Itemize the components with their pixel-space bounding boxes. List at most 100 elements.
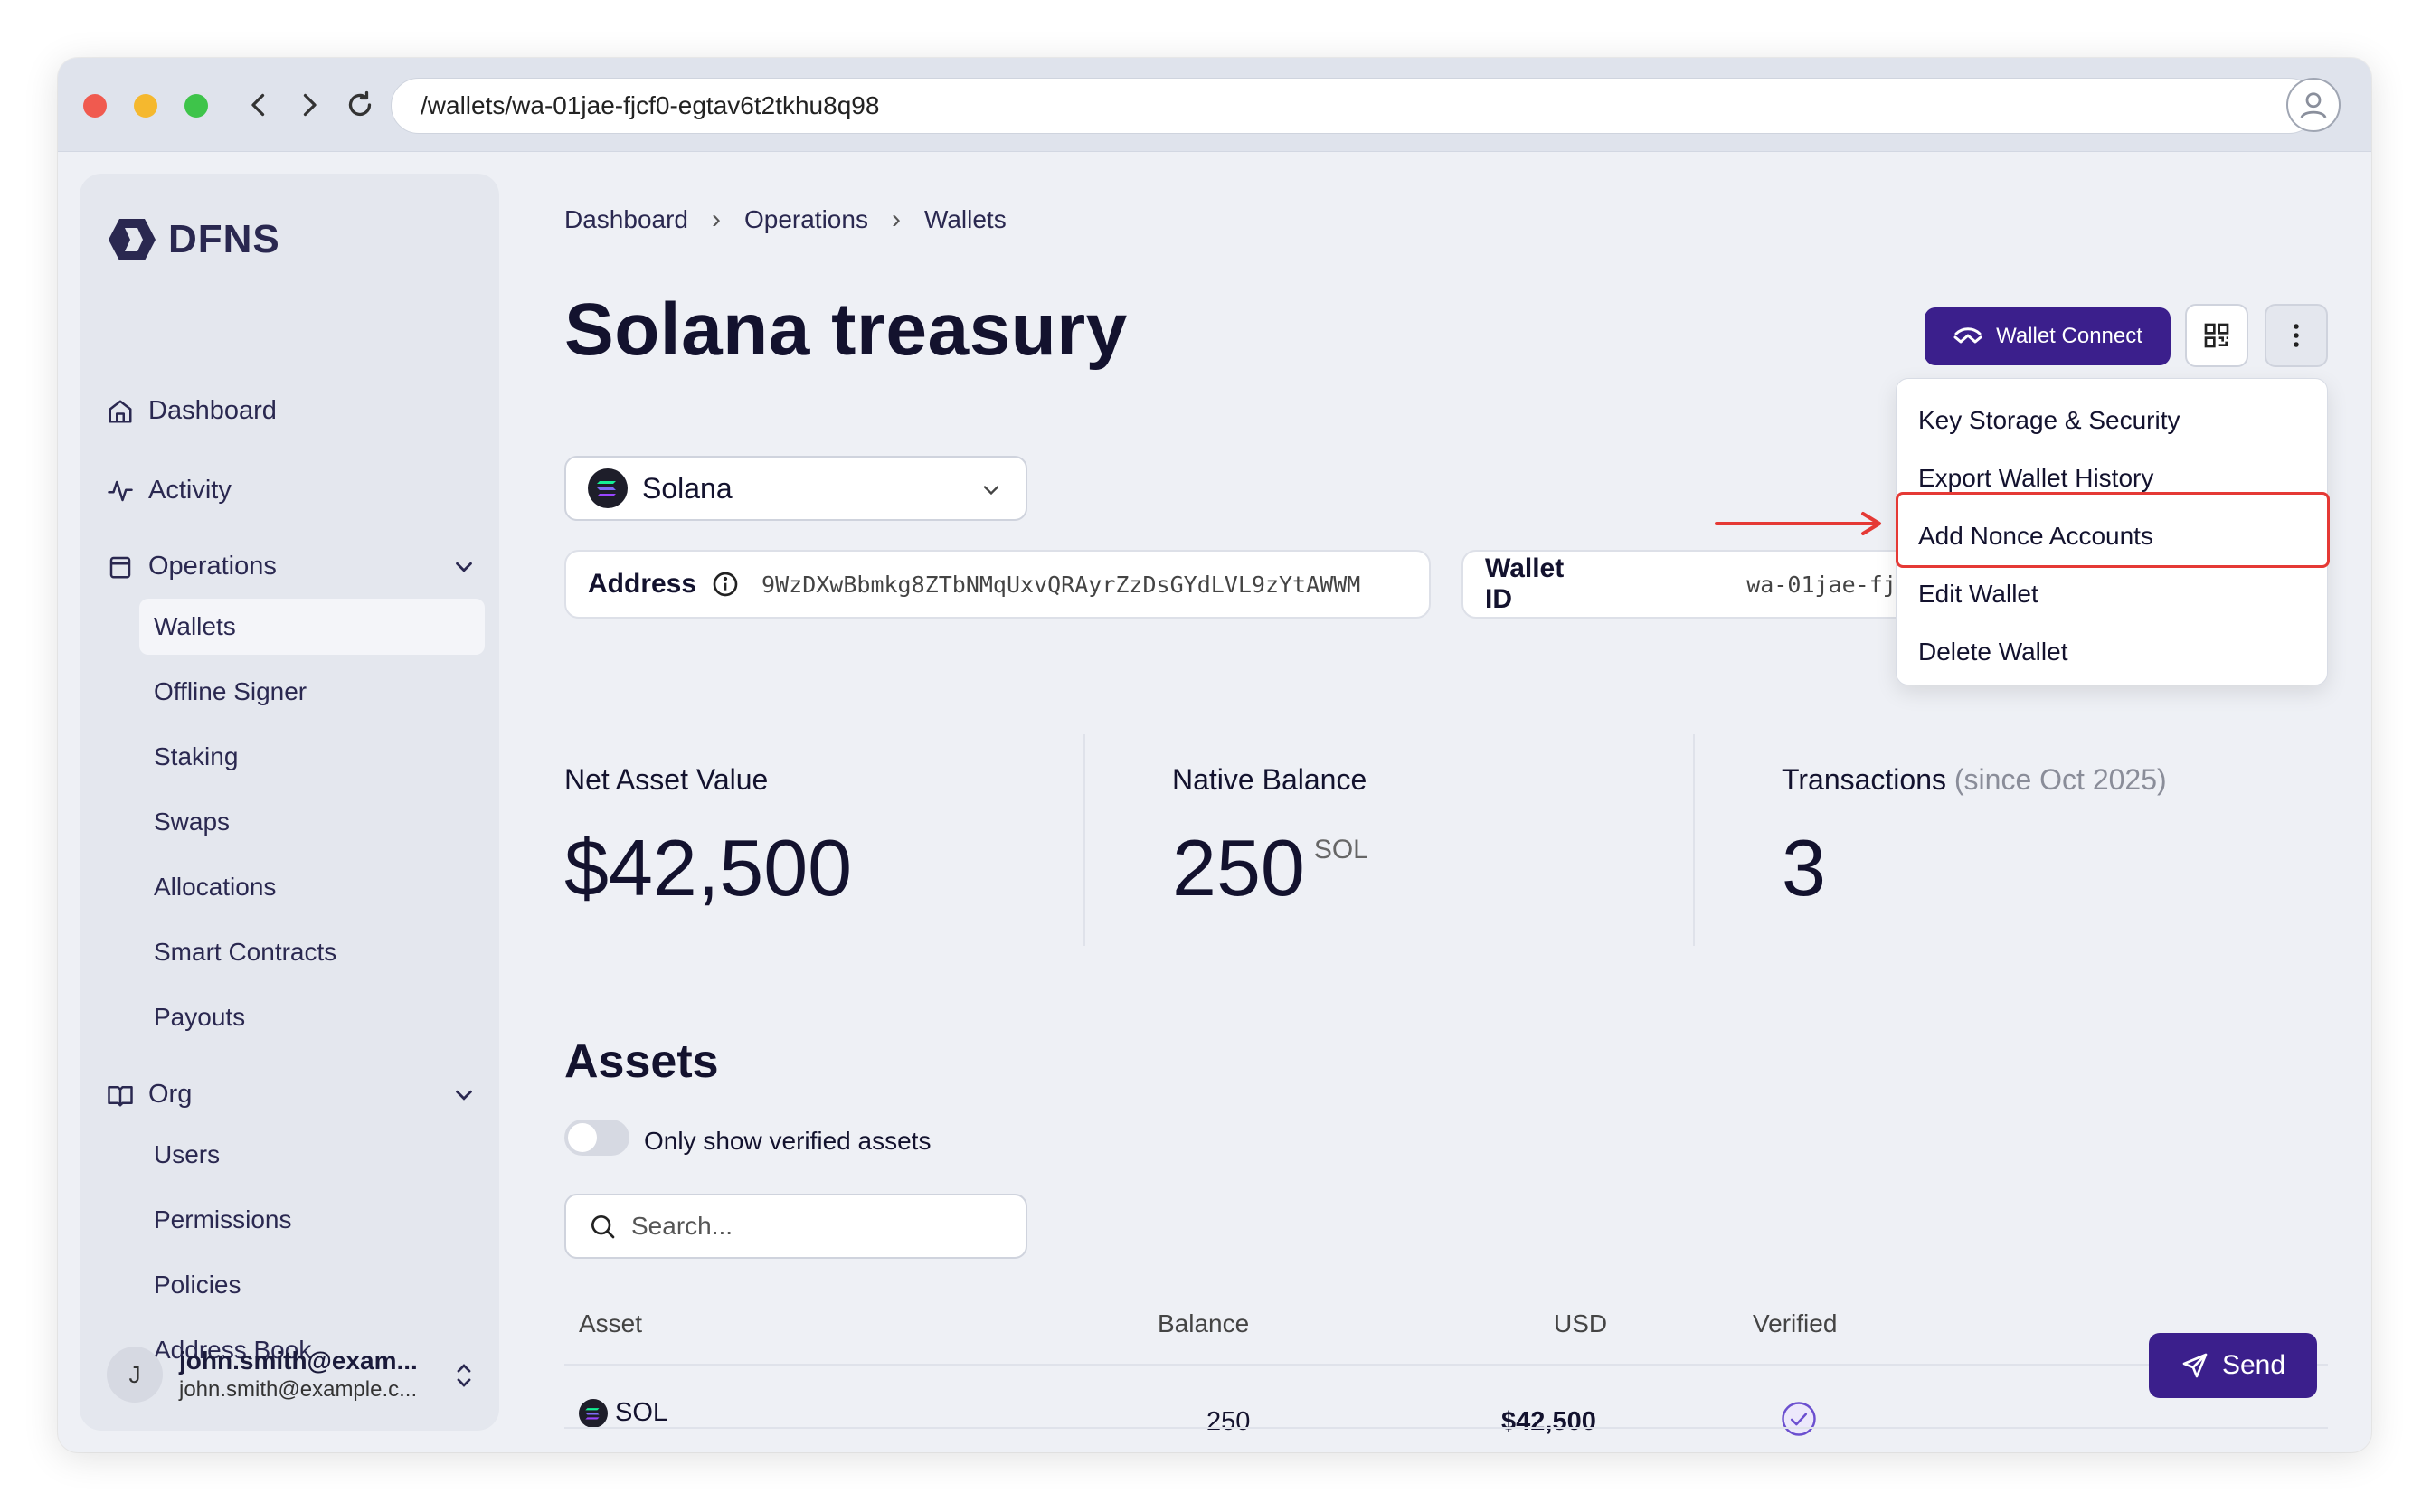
- chevron-right-icon: ›: [711, 204, 721, 234]
- verified-badge-icon: [1780, 1400, 1818, 1445]
- asset-name: SOL: [615, 1398, 668, 1427]
- solana-icon: [579, 1398, 608, 1428]
- dfns-logo-icon: [109, 219, 156, 260]
- sidebar-sub-item-users[interactable]: Users: [139, 1127, 485, 1183]
- send-label: Send: [2221, 1350, 2286, 1380]
- user-menu[interactable]: J john.smith@exam... john.smith@example.…: [107, 1340, 478, 1409]
- highlight-box: [1896, 492, 2330, 568]
- red-arrow-icon: [1715, 512, 1881, 535]
- sidebar-sub-item-policies[interactable]: Policies: [139, 1257, 485, 1313]
- stat-unit: SOL: [1313, 835, 1368, 865]
- back-icon[interactable]: [239, 85, 279, 125]
- assets-title: Assets: [564, 1035, 719, 1088]
- stat-label: Transactions: [1782, 763, 1946, 796]
- reload-icon[interactable]: [340, 85, 380, 125]
- stat-value: 250: [1172, 823, 1305, 912]
- breadcrumb-wallets[interactable]: Wallets: [924, 205, 1007, 234]
- sidebar: DFNS Dashboard Activity Operations Walle…: [80, 174, 499, 1431]
- close-window-icon[interactable]: [83, 94, 107, 118]
- url-bar[interactable]: /wallets/wa-01jae-fjcf0-egtav6t2tkhu8q98: [391, 78, 2317, 134]
- search-icon: [591, 1215, 615, 1239]
- usd-cell: $42,500: [1501, 1407, 1596, 1436]
- sidebar-item-dashboard[interactable]: Dashboard: [107, 396, 277, 426]
- stat-label: Native Balance: [1172, 763, 1367, 796]
- divider: [564, 1364, 2328, 1366]
- profile-icon[interactable]: [2286, 78, 2341, 132]
- sidebar-item-activity[interactable]: Activity: [107, 476, 232, 506]
- sidebar-sub-item-staking[interactable]: Staking: [139, 729, 485, 785]
- asset-search[interactable]: [564, 1194, 1027, 1259]
- address-value[interactable]: 9WzDXwBbmkg8ZTbNMqUxvQRAyrZzDsGYdLVL9zYt…: [761, 572, 1360, 598]
- activity-icon: [108, 480, 133, 501]
- wallet-id-field[interactable]: Wallet ID wa-01jae-fjcf0-egtav6t2tkhu8q9…: [1461, 550, 1950, 619]
- forward-icon[interactable]: [289, 85, 329, 125]
- more-options-button[interactable]: [2265, 304, 2328, 367]
- verified-assets-toggle[interactable]: [564, 1120, 629, 1156]
- toggle-knob: [568, 1123, 597, 1152]
- info-icon[interactable]: [711, 570, 740, 599]
- qr-code-button[interactable]: [2185, 304, 2248, 367]
- stat-transactions: Transactions (since Oct 2025) 3: [1782, 763, 2167, 914]
- sidebar-sub-item-permissions[interactable]: Permissions: [139, 1192, 485, 1248]
- sidebar-sub-item-swaps[interactable]: Swaps: [139, 794, 485, 850]
- column-header-verified: Verified: [1753, 1309, 1838, 1337]
- stat-net-asset-value: Net Asset Value $42,500: [564, 763, 852, 914]
- chevron-down-icon: [983, 486, 999, 496]
- stat-value: $42,500: [564, 823, 853, 912]
- stat-value-row: 250 SOL: [1172, 822, 1368, 914]
- stat-native-balance: Native Balance 250 SOL: [1172, 763, 1368, 914]
- sidebar-item-label: Org: [148, 1080, 193, 1109]
- clipboard-icon: [109, 556, 131, 578]
- sidebar-item-label: Operations: [148, 552, 277, 581]
- verified-assets-toggle-label: Only show verified assets: [644, 1127, 932, 1155]
- logo-text: DFNS: [168, 217, 280, 261]
- network-select[interactable]: Solana: [564, 456, 1027, 521]
- address-label: Address: [588, 569, 697, 599]
- stat-label: Net Asset Value: [564, 763, 769, 796]
- user-name: john.smith@exam...: [179, 1347, 418, 1375]
- column-header-balance: Balance: [1158, 1309, 1250, 1337]
- address-field[interactable]: Address 9WzDXwBbmkg8ZTbNMqUxvQRAyrZzDsGY…: [564, 550, 1431, 619]
- chevron-up-down-icon: [457, 1364, 471, 1387]
- column-header-usd: USD: [1554, 1309, 1608, 1337]
- divider: [1083, 734, 1085, 946]
- wallet-connect-button[interactable]: Wallet Connect: [1925, 307, 2171, 365]
- menu-item-key-storage[interactable]: Key Storage & Security: [1918, 406, 2180, 435]
- sidebar-sub-item-payouts[interactable]: Payouts: [139, 989, 485, 1045]
- chevron-down-icon[interactable]: [450, 1082, 478, 1109]
- sidebar-item-org[interactable]: Org: [107, 1080, 478, 1110]
- chevron-down-icon[interactable]: [450, 553, 478, 581]
- network-select-value: Solana: [642, 471, 733, 505]
- browser-titlebar: /wallets/wa-01jae-fjcf0-egtav6t2tkhu8q98: [58, 58, 2371, 152]
- logo[interactable]: DFNS: [107, 217, 280, 262]
- sidebar-item-operations[interactable]: Operations: [107, 552, 478, 581]
- sidebar-sub-item-offline-signer[interactable]: Offline Signer: [139, 664, 485, 720]
- sidebar-item-label: Dashboard: [148, 396, 277, 425]
- sidebar-sub-item-wallets[interactable]: Wallets: [139, 599, 485, 655]
- divider: [564, 1427, 2328, 1429]
- wallet-id-label: Wallet ID: [1485, 553, 1565, 614]
- breadcrumb-dashboard[interactable]: Dashboard: [564, 205, 688, 234]
- stat-value: 3: [1782, 823, 1826, 912]
- user-email: john.smith@example.c...: [179, 1377, 418, 1402]
- maximize-window-icon[interactable]: [184, 94, 208, 118]
- minimize-window-icon[interactable]: [134, 94, 157, 118]
- balance-cell: 250: [1206, 1407, 1251, 1436]
- walletconnect-icon: [1953, 327, 1982, 344]
- stat-label-row: Transactions (since Oct 2025): [1782, 763, 2167, 797]
- menu-item-export-wallet-history[interactable]: Export Wallet History: [1918, 464, 2153, 493]
- send-button[interactable]: Send: [2149, 1333, 2317, 1398]
- column-header-asset: Asset: [579, 1309, 643, 1337]
- url-text: /wallets/wa-01jae-fjcf0-egtav6t2tkhu8q98: [421, 91, 880, 119]
- sidebar-sub-item-allocations[interactable]: Allocations: [139, 859, 485, 915]
- browser-window: /wallets/wa-01jae-fjcf0-egtav6t2tkhu8q98…: [58, 58, 2371, 1452]
- page-title: Solana treasury: [564, 288, 1128, 371]
- menu-item-edit-wallet[interactable]: Edit Wallet: [1918, 580, 2038, 609]
- menu-item-delete-wallet[interactable]: Delete Wallet: [1918, 638, 2067, 666]
- search-input[interactable]: [631, 1212, 1011, 1241]
- sidebar-sub-item-smart-contracts[interactable]: Smart Contracts: [139, 924, 485, 980]
- breadcrumb-operations[interactable]: Operations: [744, 205, 868, 234]
- qr-code-icon: [2204, 323, 2229, 348]
- book-icon: [108, 1085, 133, 1106]
- asset-cell: SOL: [579, 1398, 667, 1428]
